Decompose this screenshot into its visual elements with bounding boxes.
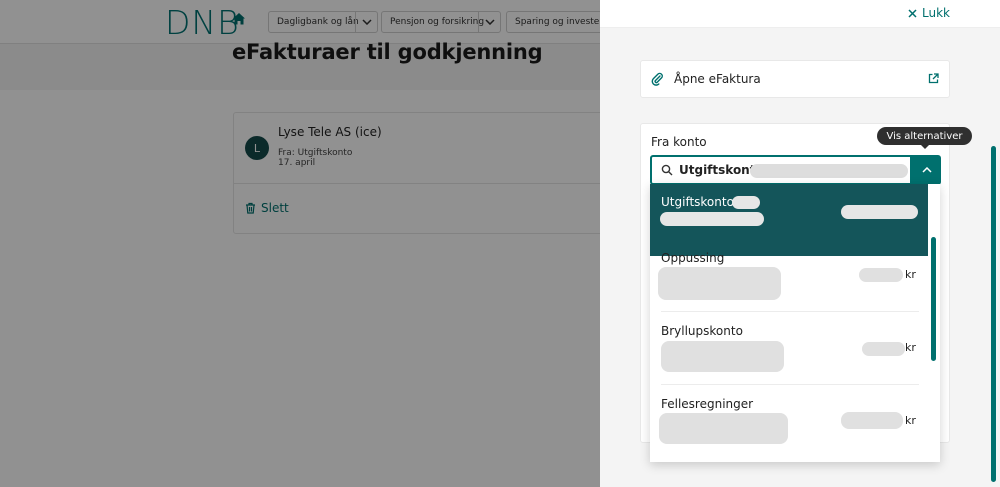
- paperclip-icon: [651, 72, 663, 86]
- masked-balance: [859, 268, 903, 282]
- divider: [661, 311, 919, 312]
- close-icon: [908, 8, 917, 18]
- from-account-label: Fra konto: [651, 135, 707, 149]
- modal-overlay[interactable]: [0, 0, 600, 487]
- account-option-name: Bryllupskonto: [661, 324, 743, 338]
- masked-account-number: [750, 164, 908, 178]
- masked-balance: [841, 412, 903, 429]
- currency-label: kr: [905, 341, 916, 354]
- masked-balance: [862, 342, 905, 356]
- drawer-top-bar: Lukk: [600, 0, 1000, 28]
- toggle-options-button[interactable]: [912, 155, 941, 185]
- masked-account-suffix: [732, 196, 760, 209]
- currency-label: kr: [905, 268, 916, 281]
- search-icon: [661, 164, 673, 176]
- masked-account-number: [659, 413, 788, 444]
- masked-account-number: [661, 341, 784, 372]
- open-efaktura-label: Åpne eFaktura: [674, 72, 761, 86]
- tooltip-arrow: [920, 144, 930, 149]
- account-search-input[interactable]: Utgiftskonto: [650, 155, 912, 185]
- masked-account-number: [658, 267, 781, 300]
- account-option-bryllupskonto[interactable]: Bryllupskonto kr: [650, 315, 928, 387]
- close-label: Lukk: [922, 6, 950, 20]
- masked-account-number: [660, 212, 764, 226]
- external-link-icon: [928, 73, 939, 84]
- account-option-name: Utgiftskonto: [661, 195, 734, 209]
- open-efaktura-button[interactable]: Åpne eFaktura: [640, 60, 950, 98]
- account-option-name: Oppussing: [661, 251, 725, 265]
- side-drawer: Lukk Åpne eFaktura Fra konto Utgiftskont…: [600, 0, 1000, 487]
- chevron-up-icon: [921, 167, 932, 173]
- account-option-oppussing[interactable]: Oppussing kr: [650, 242, 928, 314]
- account-option-name: Fellesregninger: [661, 397, 754, 411]
- dropdown-scrollbar[interactable]: [931, 237, 936, 361]
- close-button[interactable]: Lukk: [908, 6, 950, 20]
- currency-label: kr: [905, 414, 916, 427]
- account-option-fellesregninger[interactable]: Fellesregninger kr: [650, 388, 928, 460]
- masked-balance: [841, 205, 918, 219]
- account-dropdown-list: Utgiftskonto Oppussing kr Bryllupskonto …: [650, 184, 940, 462]
- tooltip: Vis alternativer: [877, 127, 972, 145]
- divider: [661, 384, 919, 385]
- drawer-scrollbar[interactable]: [991, 146, 996, 482]
